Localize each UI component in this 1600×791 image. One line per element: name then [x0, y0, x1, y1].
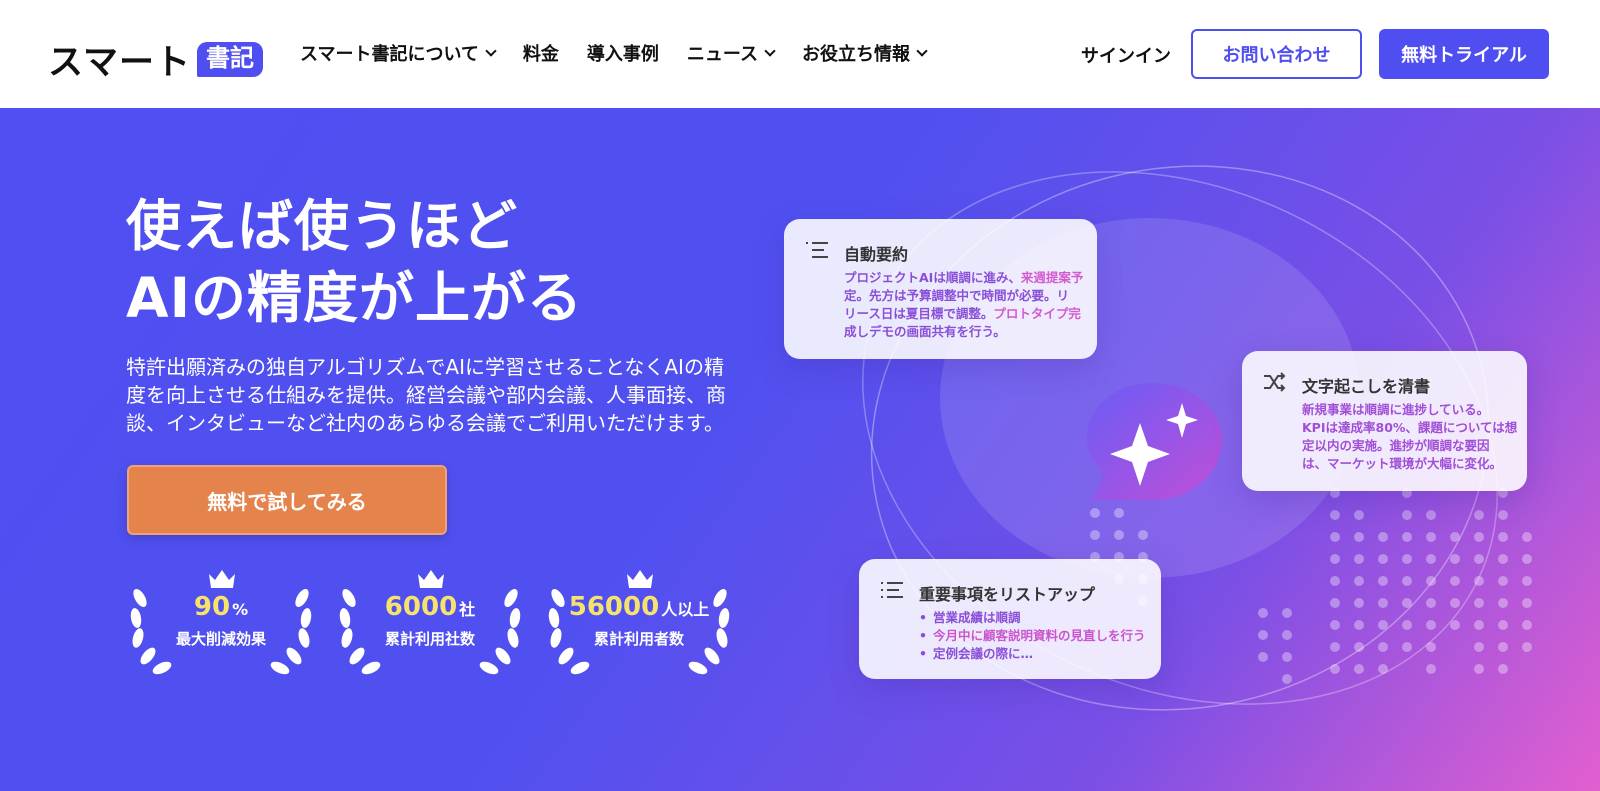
hero-section: 使えば使うほど AIの精度が上がる 特許出願済みの独自アルゴリズムでAIに学習さ… [0, 108, 1600, 791]
crown-icon [627, 570, 653, 588]
ai-sparkle-bubble-icon [1087, 383, 1222, 500]
card-transcribe: 文字起こしを清書 新規事業は順調に進捗している。 KPIは達成率80%、課題につ… [1242, 351, 1527, 491]
nav-item-pricing[interactable]: 料金 [523, 40, 559, 66]
nav-label: ニュース [686, 44, 759, 65]
nav-item-news[interactable]: ニュース [686, 40, 776, 66]
hero-title-line1: 使えば使うほど [126, 194, 519, 258]
crown-icon [418, 570, 444, 588]
award-caption: 最大削減効果 [175, 630, 266, 648]
nav-item-cases[interactable]: 導入事例 [587, 40, 659, 66]
list-icon [881, 582, 903, 598]
list-item: 定例会議の際に… [919, 645, 1146, 663]
award-value: 6000 社 [384, 592, 476, 622]
card-auto-summary: 自動要約 プロジェクトAIは順調に進み、来週提案予 定。先方は予算調整中で時間が… [784, 219, 1097, 359]
nav-label: お役立ち情報 [802, 44, 911, 65]
main-nav: スマート書記について 料金 導入事例 ニュース お役立ち情報 [300, 40, 928, 66]
card-title: 重要事項をリストアップ [919, 585, 1096, 604]
list-item: 営業成績は順調 [919, 609, 1146, 627]
card-body: プロジェクトAIは順調に進み、来週提案予 定。先方は予算調整中で時間が必要。リ … [844, 270, 1084, 339]
hero-desc-line3: 談、インタビューなど社内のあらゆる会議でご利用いただけます。 [126, 411, 724, 435]
chevron-down-icon [764, 44, 776, 57]
card-title: 文字起こしを清書 [1302, 377, 1431, 396]
contact-button[interactable]: お問い合わせ [1191, 29, 1362, 79]
nav-item-resources[interactable]: お役立ち情報 [802, 40, 928, 66]
chevron-down-icon [916, 44, 928, 57]
nav-label: スマート書記について [300, 44, 479, 65]
hero-description: 特許出願済みの独自アルゴリズムでAIに学習させることなくAIの精 度を向上させる… [126, 353, 736, 437]
try-free-button[interactable]: 無料で試してみる [127, 465, 447, 535]
hero-title-line2: AIの精度が上がる [126, 266, 584, 330]
free-trial-button[interactable]: 無料トライアル [1379, 29, 1549, 79]
signin-link[interactable]: サインイン [1081, 42, 1171, 68]
logo-text: スマート [48, 43, 191, 83]
logo-badge: 書記 [196, 42, 263, 77]
award-caption: 累計利用社数 [384, 630, 475, 648]
hero-title: 使えば使うほど AIの精度が上がる [126, 190, 583, 334]
hero-desc-line2: 度を向上させる仕組みを提供。経営会議や部内会議、人事面接、商 [126, 383, 726, 407]
site-header: スマート 書記 スマート書記について 料金 導入事例 ニュース お役立ち情報 サ… [0, 0, 1600, 108]
nav-item-about[interactable]: スマート書記について [300, 40, 497, 66]
card-title: 自動要約 [844, 245, 909, 264]
list-item: 今月中に顧客説明資料の見直しを行う [919, 627, 1146, 645]
hero-desc-line1: 特許出願済みの独自アルゴリズムでAIに学習させることなくAIの精 [126, 355, 724, 379]
award-users: 56000 人以上 累計利用者数 [544, 568, 734, 678]
card-body: 新規事業は順調に進捗している。 KPIは達成率80%、課題については想 定以内の… [1302, 402, 1518, 471]
summary-lines-icon [806, 242, 828, 258]
award-value: 56000 人以上 [568, 592, 710, 622]
nav-label: 料金 [522, 44, 559, 65]
award-companies: 6000 社 累計利用社数 [335, 568, 525, 678]
card-list: 営業成績は順調 今月中に顧客説明資料の見直しを行う 定例会議の際に… [919, 609, 1146, 663]
award-caption: 累計利用者数 [593, 630, 684, 648]
logo[interactable]: スマート 書記 [48, 34, 263, 85]
award-value: 90% [193, 592, 249, 622]
nav-label: 導入事例 [586, 44, 659, 65]
award-reduction: 90% 最大削減効果 [126, 568, 316, 678]
card-key-points: 重要事項をリストアップ 営業成績は順調 今月中に顧客説明資料の見直しを行う 定例… [859, 559, 1161, 679]
chevron-down-icon [485, 44, 497, 57]
shuffle-icon [1264, 372, 1286, 392]
crown-icon [209, 570, 235, 588]
